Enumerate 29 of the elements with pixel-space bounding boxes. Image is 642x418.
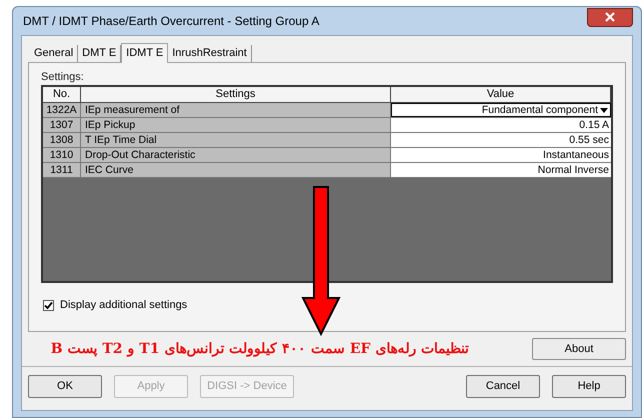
table-cell: IEp Pickup	[81, 118, 391, 132]
table-cell: 1308	[43, 133, 81, 147]
checkbox-label: Display additional settings	[60, 298, 188, 313]
table-cell[interactable]: 0.15 A	[391, 118, 611, 132]
table-cell: IEC Curve	[81, 163, 391, 177]
table-cell: Drop-Out Characteristic	[81, 148, 391, 162]
arrow-icon	[301, 186, 341, 336]
table-cell: 1322A	[43, 103, 81, 117]
about-button[interactable]: About	[532, 338, 626, 360]
check-icon	[44, 300, 53, 310]
table-cell: 1311	[43, 163, 81, 177]
annotation-text: تنظیمات رله‌های EF سمت ۴۰۰ کیلوولت ترانس‌های T1 و T2 پست B	[50, 340, 470, 359]
table-cell: IEp measurement of	[81, 103, 391, 117]
window-title: DMT / IDMT Phase/Earth Overcurrent - Setting Group A	[22, 13, 320, 30]
table-cell[interactable]: Normal Inverse	[391, 163, 611, 177]
settings-label: Settings:	[41, 70, 85, 83]
tab[interactable]: IDMT E	[121, 43, 168, 63]
close-button[interactable]	[587, 8, 633, 26]
table-cell: T IEp Time Dial	[81, 133, 391, 147]
close-icon	[605, 12, 615, 22]
table-cell[interactable]: 0.55 sec	[391, 133, 611, 147]
dialog-button[interactable]: OK	[28, 374, 102, 398]
table-cell[interactable]: Instantaneous	[391, 148, 611, 162]
dialog-button[interactable]: Help	[552, 374, 626, 398]
dialog-button[interactable]: Cancel	[466, 374, 540, 398]
table-cell: 1307	[43, 118, 81, 132]
checkbox[interactable]	[43, 300, 54, 311]
table-cell: 1310	[43, 148, 81, 162]
value-dropdown[interactable]: Fundamental component	[391, 103, 611, 117]
